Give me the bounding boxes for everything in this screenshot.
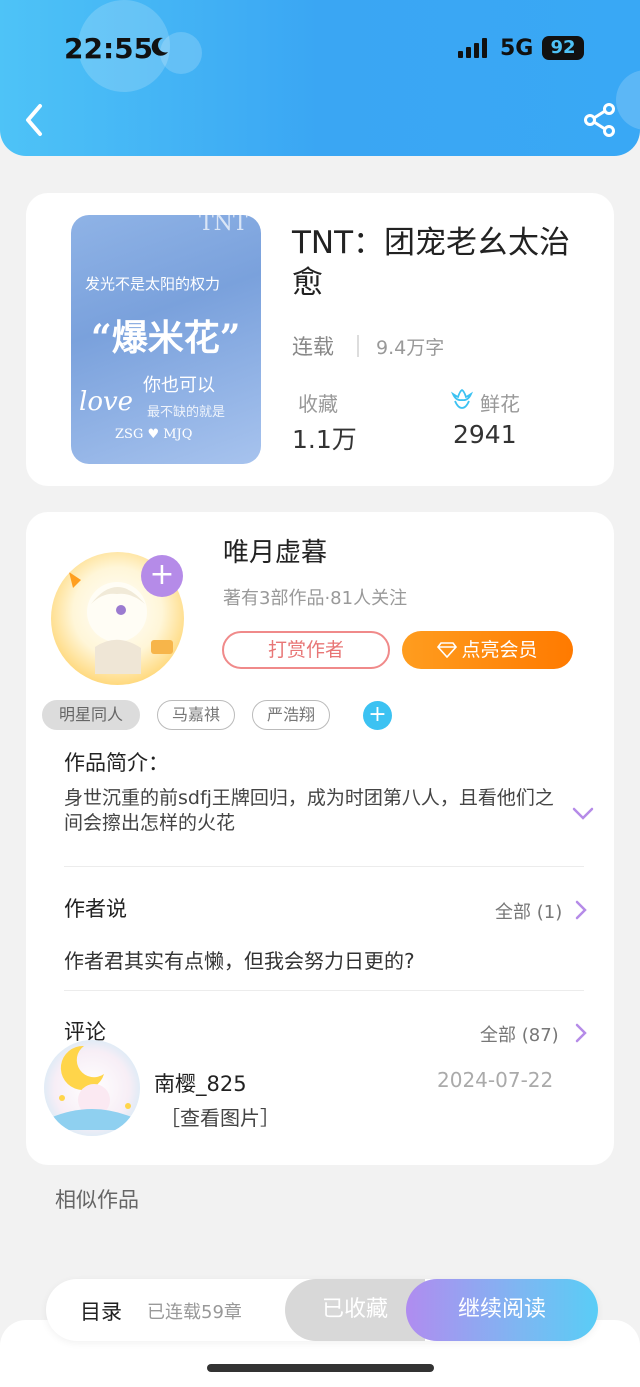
decorative-bubble xyxy=(616,70,640,130)
author-says-all-link[interactable]: 全部 (1) xyxy=(495,898,562,924)
cover-text: 最不缺的就是 xyxy=(147,405,226,420)
intro-text: 身世沉重的前sdfj王牌回归，成为时团第八人，且看他们之间会擦出怎样的火花 xyxy=(64,787,554,834)
cover-text: “爆米花” xyxy=(91,317,241,359)
author-says-text: 作者君其实有点懒，但我会努力日更的? xyxy=(64,949,415,973)
vip-button[interactable]: 点亮会员 xyxy=(402,631,573,669)
tag-category[interactable]: 明星同人 xyxy=(42,700,140,730)
bottom-action-bar: 目录 已连载59章 已收藏 继续阅读 xyxy=(46,1279,598,1341)
network-label: 5G xyxy=(500,36,534,61)
avatar-illustration xyxy=(50,1045,134,1130)
chevron-right-icon[interactable] xyxy=(574,899,588,921)
favorites-label: 收藏 xyxy=(298,392,338,416)
divider xyxy=(64,990,584,991)
divider xyxy=(64,866,584,867)
intro-title: 作品简介： xyxy=(64,751,169,775)
status-time: 22:55 xyxy=(64,32,154,65)
moon-icon xyxy=(151,37,168,56)
battery-indicator: 92 xyxy=(542,36,584,60)
author-card: + 唯月虚暮 著有3部作品·81人关注 打赏作者 点亮会员 明星同人 马嘉祺 严… xyxy=(26,512,614,1165)
signal-icon xyxy=(458,38,487,58)
diamond-icon xyxy=(437,642,458,658)
divider xyxy=(357,335,359,357)
tag-character[interactable]: 严浩翔 xyxy=(252,700,330,730)
follow-author-button[interactable]: + xyxy=(141,555,183,597)
book-info-card: TNT 发光不是太阳的权力 “爆米花” 你也可以 love 最不缺的就是 ZSG… xyxy=(26,193,614,486)
vip-button-label: 点亮会员 xyxy=(461,639,538,661)
flower-icon xyxy=(450,389,474,409)
commenter-name[interactable]: 南樱_825 xyxy=(154,1068,247,1098)
continue-reading-button[interactable]: 继续阅读 xyxy=(406,1279,598,1341)
cover-text: TNT xyxy=(199,215,248,236)
header: 22:55 5G 92 xyxy=(0,0,640,156)
commenter-avatar[interactable] xyxy=(44,1040,140,1136)
author-says-title: 作者说 xyxy=(64,897,127,921)
comment-date: 2024-07-22 xyxy=(437,1068,554,1092)
book-cover[interactable]: TNT 发光不是太阳的权力 “爆米花” 你也可以 love 最不缺的就是 ZSG… xyxy=(71,215,261,464)
flowers-label: 鲜花 xyxy=(480,392,520,416)
home-indicator xyxy=(207,1364,434,1372)
chevron-down-icon[interactable] xyxy=(571,804,595,824)
back-icon[interactable] xyxy=(20,102,50,138)
cover-text: ZSG ♥ MJQ xyxy=(115,427,193,442)
comments-all-link[interactable]: 全部 (87) xyxy=(480,1021,559,1047)
similar-works-title: 相似作品 xyxy=(55,1188,139,1212)
flowers-count: 2941 xyxy=(453,420,517,449)
tip-author-button[interactable]: 打赏作者 xyxy=(222,631,390,669)
author-name[interactable]: 唯月虚暮 xyxy=(223,532,327,569)
collected-button[interactable]: 已收藏 xyxy=(285,1279,425,1341)
cover-text: 发光不是太阳的权力 xyxy=(85,275,221,293)
cover-text: love xyxy=(79,387,134,417)
add-tag-button[interactable]: + xyxy=(363,701,392,730)
favorites-count: 1.1万 xyxy=(292,425,357,454)
book-status: 连载 xyxy=(292,335,334,359)
book-title: TNT：团宠老幺太治愈 xyxy=(292,225,571,301)
comment-content[interactable]: ［查看图片］ xyxy=(160,1102,280,1131)
author-meta: 著有3部作品·81人关注 xyxy=(223,588,408,609)
tag-character[interactable]: 马嘉祺 xyxy=(157,700,235,730)
cover-text: 你也可以 xyxy=(143,375,215,396)
book-word-count: 9.4万字 xyxy=(376,337,445,359)
toc-button[interactable]: 目录 xyxy=(80,1296,122,1326)
share-icon[interactable] xyxy=(582,102,618,138)
chevron-right-icon[interactable] xyxy=(574,1022,588,1044)
chapter-count: 已连载59章 xyxy=(147,1302,242,1323)
